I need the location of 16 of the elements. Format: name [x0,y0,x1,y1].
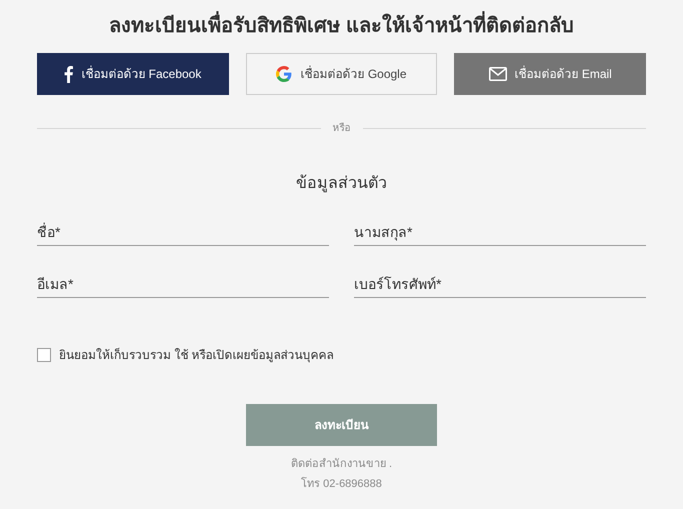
input-field[interactable]: นามสกุล* [354,220,646,246]
divider-label: หรือ [332,122,352,136]
input-field[interactable]: อีเมล* [37,272,329,298]
consent-checkbox[interactable] [37,348,51,362]
input-field[interactable]: ชื่อ* [37,220,329,246]
google-icon [276,66,292,82]
envelope-icon [488,67,506,81]
input-field[interactable]: เบอร์โทรศัพท์* [354,272,646,298]
facebook-icon [64,66,74,82]
google-login-button[interactable]: เชื่อมต่อด้วย Google [246,53,438,95]
consent-label: ยินยอมให้เก็บรวบรวม ใช้ หรือเปิดเผยข้อมูลส่วนบุคคล [59,346,334,364]
contact-text: ติดต่อสำนักงานขาย . [290,457,392,472]
facebook-login-button[interactable]: เชื่อมต่อด้วย Facebook [37,53,229,95]
email-login-button[interactable]: เชื่อมต่อด้วย Email [454,53,646,95]
contact-text: โทร 02-6896888 [301,476,382,492]
section-title: ข้อมูลส่วนตัว [296,175,387,192]
